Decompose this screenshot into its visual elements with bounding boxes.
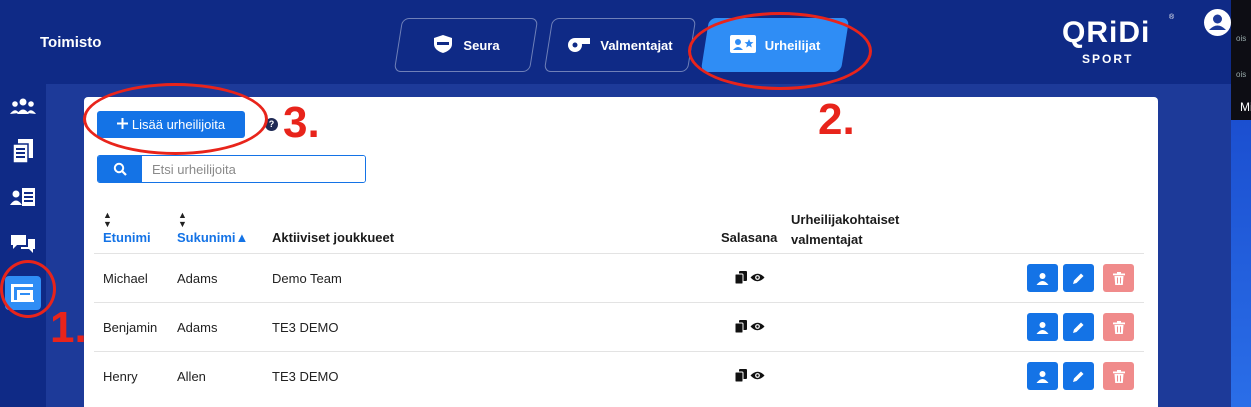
sort-icon-last[interactable]: ▲ ▼	[178, 211, 187, 229]
cell-first-name: Benjamin	[103, 320, 158, 335]
strip-gradient	[1231, 120, 1251, 407]
annotation-ring-add	[83, 83, 268, 155]
copy-icon[interactable]	[735, 320, 747, 333]
eye-icon[interactable]	[750, 272, 765, 283]
cell-first-name: Michael	[103, 271, 148, 286]
pencil-icon	[1073, 322, 1084, 333]
whistle-icon	[567, 35, 591, 56]
background-window-strip: ois ois Mi	[1231, 0, 1251, 407]
table-row: Henry Allen TE3 DEMO	[94, 351, 1144, 400]
user-icon	[1036, 321, 1049, 334]
delete-button[interactable]	[1103, 362, 1134, 390]
profile-button[interactable]	[1027, 264, 1058, 292]
cell-last-name: Adams	[177, 320, 218, 335]
search-box	[97, 155, 366, 183]
copy-icon[interactable]	[735, 369, 747, 382]
search-icon	[113, 162, 127, 176]
cell-last-name: Adams	[177, 271, 218, 286]
search-button[interactable]	[98, 156, 142, 182]
annotation-two: 2.	[818, 95, 855, 144]
annotation-ring-sidebar	[0, 260, 56, 318]
header-last-name[interactable]: Sukunimi▲	[177, 230, 248, 245]
header-first-name[interactable]: Etunimi	[103, 230, 151, 245]
profile-button[interactable]	[1027, 362, 1058, 390]
shield-icon	[432, 34, 454, 57]
profile-button[interactable]	[1027, 313, 1058, 341]
edit-button[interactable]	[1063, 362, 1094, 390]
cell-first-name: Henry	[103, 369, 138, 384]
eye-icon[interactable]	[750, 370, 765, 381]
user-icon	[1036, 272, 1049, 285]
tab-seura[interactable]: Seura	[393, 18, 539, 72]
qridi-sport-logo: QRiDi ® SPORT	[1062, 14, 1175, 66]
team-icon	[10, 98, 36, 114]
delete-button[interactable]	[1103, 264, 1134, 292]
cell-last-name: Allen	[177, 369, 206, 384]
delete-button[interactable]	[1103, 313, 1134, 341]
header-coaches: Urheilijakohtaiset valmentajat	[791, 212, 900, 247]
trash-icon	[1112, 320, 1125, 334]
pencil-icon	[1073, 371, 1084, 382]
user-icon	[1036, 370, 1049, 383]
athletes-panel: Lisää urheilijoita ? ▲▼ Etunimi ▲▼ Sukun…	[84, 97, 1158, 407]
tab-valmentajat-label: Valmentajat	[600, 37, 673, 53]
edit-button[interactable]	[1063, 264, 1094, 292]
search-input[interactable]	[142, 156, 365, 182]
cell-team: TE3 DEMO	[272, 369, 339, 384]
pencil-icon	[1073, 273, 1084, 284]
edit-button[interactable]	[1063, 313, 1094, 341]
top-header: Toimisto Seura Valmentajat Urheilijat QR…	[0, 0, 1231, 84]
sidebar-item-users[interactable]	[5, 180, 41, 214]
strip-text-2: ois	[1236, 70, 1247, 79]
tab-seura-label: Seura	[463, 37, 500, 53]
annotation-three: 3.	[283, 98, 320, 147]
app-title: Toimisto	[40, 34, 102, 51]
trash-icon	[1112, 369, 1125, 383]
cell-team: Demo Team	[272, 271, 342, 286]
annotation-one: 1.	[50, 303, 87, 352]
sidebar	[0, 84, 46, 407]
copy-icon[interactable]	[735, 271, 747, 284]
table-row: Benjamin Adams TE3 DEMO	[94, 302, 1144, 351]
strip-label: Mi	[1240, 100, 1251, 114]
user-avatar[interactable]	[1204, 9, 1231, 36]
header-password: Salasana	[721, 230, 778, 245]
header-teams: Aktiiviset joukkueet	[272, 230, 395, 245]
cell-team: TE3 DEMO	[272, 320, 339, 335]
user-list-icon	[10, 188, 35, 206]
table-row: Michael Adams Demo Team	[94, 253, 1144, 302]
trash-icon	[1112, 271, 1125, 285]
sort-icon-first[interactable]: ▲ ▼	[103, 211, 112, 229]
eye-icon[interactable]	[750, 321, 765, 332]
document-list-icon	[12, 139, 33, 164]
tab-valmentajat[interactable]: Valmentajat	[543, 18, 697, 72]
sidebar-item-team[interactable]	[5, 90, 41, 124]
strip-text: ois	[1236, 34, 1247, 43]
user-icon	[1209, 14, 1226, 30]
chat-icon	[11, 235, 35, 253]
annotation-ring-tab	[688, 12, 872, 90]
sidebar-item-documents[interactable]	[5, 134, 41, 168]
sidebar-item-chat[interactable]	[5, 227, 41, 261]
